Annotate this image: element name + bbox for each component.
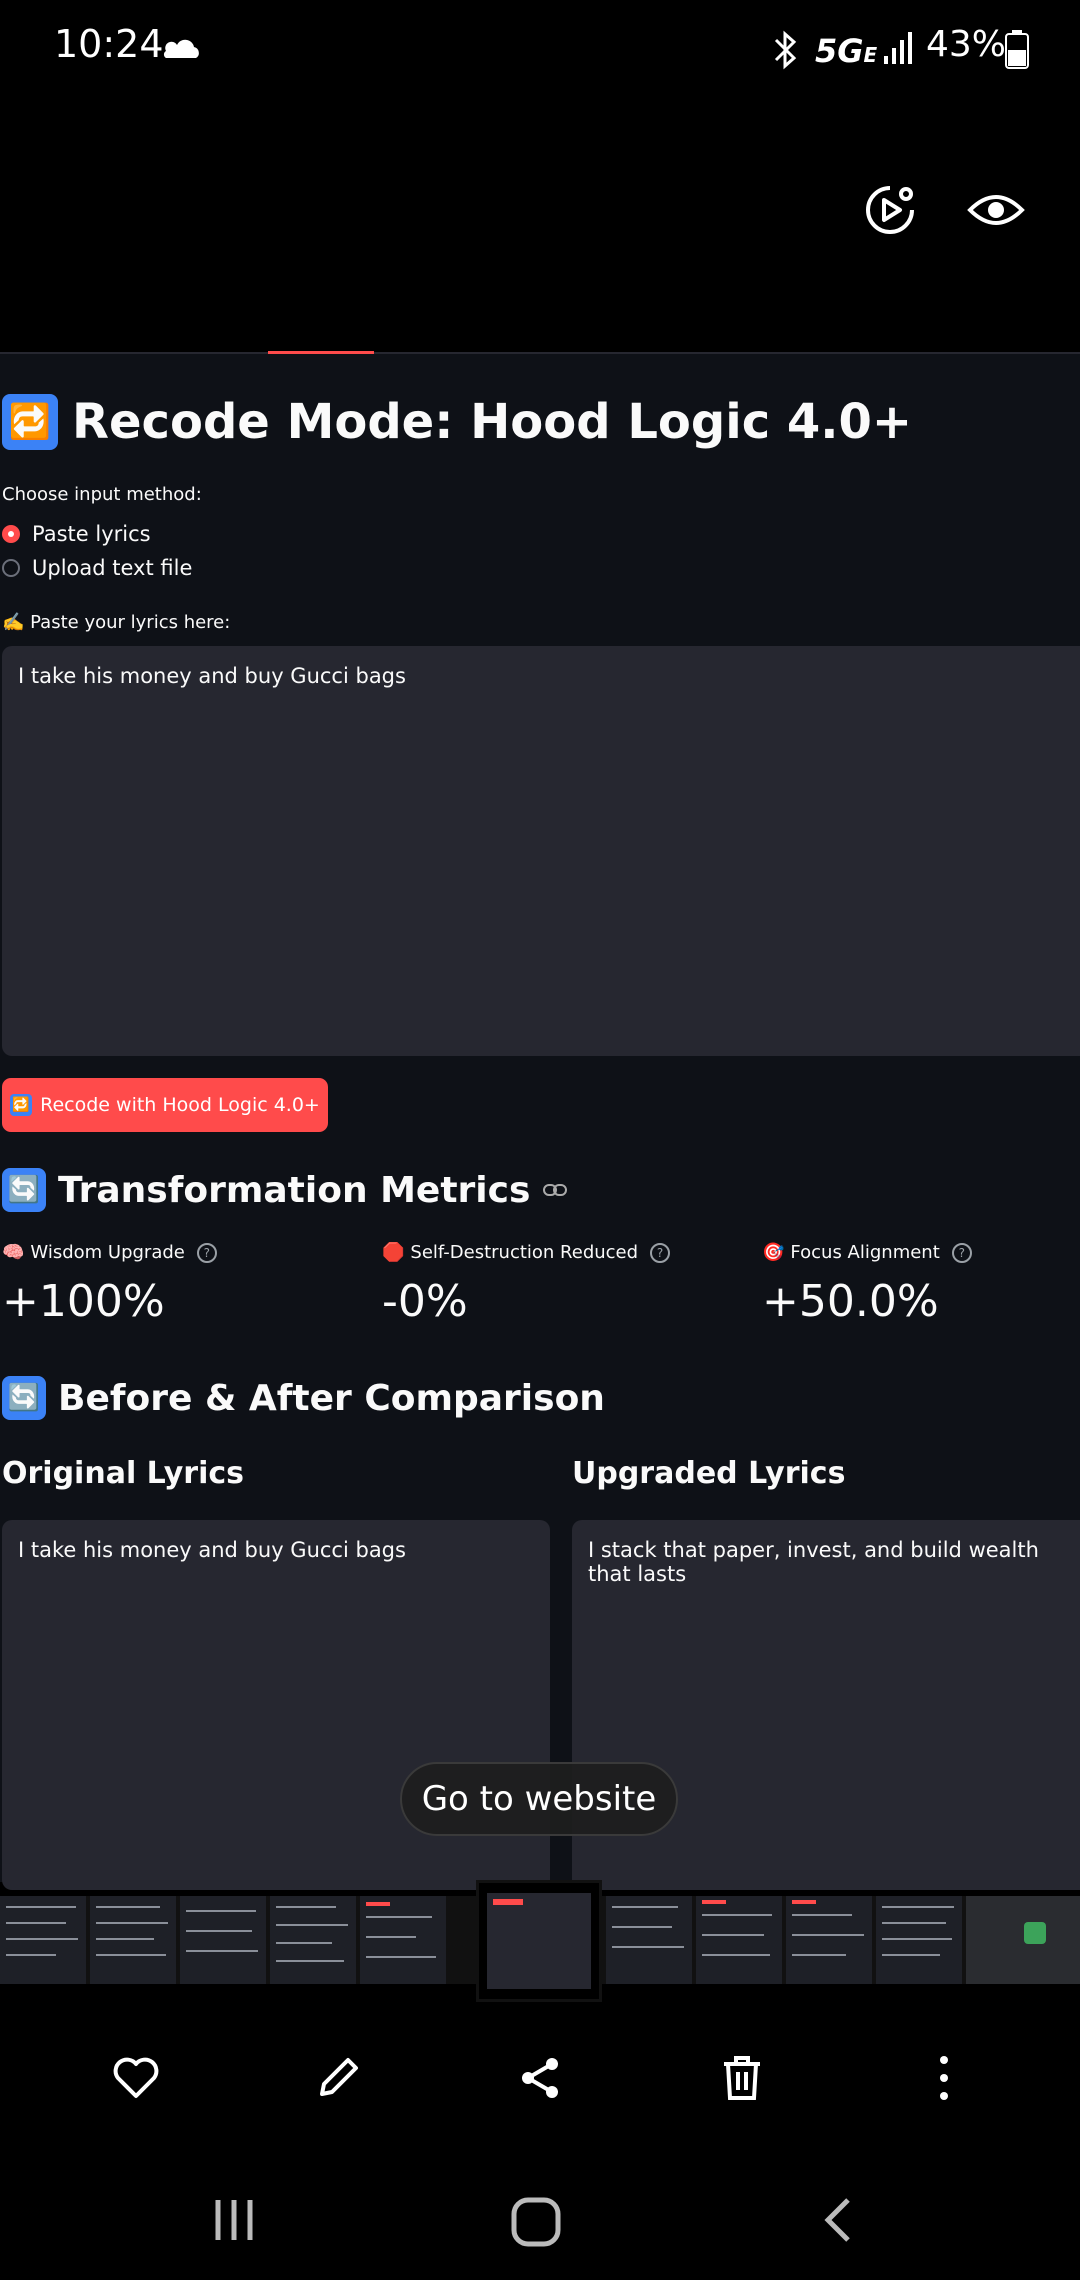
- thumbnail[interactable]: [786, 1896, 872, 1984]
- radio-upload-text-file[interactable]: Upload text file: [2, 556, 192, 580]
- help-icon[interactable]: ?: [650, 1242, 671, 1263]
- metric-label-wisdom: 🧠 Wisdom Upgrade ?: [2, 1242, 217, 1263]
- status-time: 10:24: [54, 22, 164, 66]
- metrics-title-text: Transformation Metrics: [58, 1169, 531, 1211]
- thumbnail[interactable]: [966, 1896, 1080, 1984]
- metric-value-self-destruction: -0%: [382, 1276, 468, 1327]
- metrics-section-title: 🔄 Transformation Metrics: [2, 1168, 568, 1212]
- motion-photo-icon[interactable]: [862, 182, 918, 238]
- metric-value-focus: +50.0%: [762, 1276, 939, 1327]
- metric-label-focus: 🎯 Focus Alignment ?: [762, 1242, 972, 1263]
- delete-icon[interactable]: [716, 2052, 768, 2104]
- radio-label: Upload text file: [32, 556, 193, 580]
- target-icon: 🎯: [762, 1242, 785, 1263]
- paste-lyrics-label: ✍️ Paste your lyrics here:: [2, 612, 231, 633]
- tab-divider: [0, 352, 1080, 354]
- go-to-website-button[interactable]: Go to website: [400, 1762, 678, 1836]
- recode-button[interactable]: 🔁 Recode with Hood Logic 4.0+: [2, 1078, 328, 1132]
- lyrics-input[interactable]: I take his money and buy Gucci bags: [2, 646, 1080, 1056]
- network-label: 5GE: [815, 32, 878, 70]
- bluetooth-icon: [774, 30, 797, 70]
- battery-icon: [1005, 30, 1029, 69]
- radio-paste-lyrics[interactable]: Paste lyrics: [2, 522, 151, 546]
- battery-percent: 43%: [926, 24, 1007, 65]
- help-icon[interactable]: ?: [951, 1242, 972, 1263]
- metric-value-wisdom: +100%: [2, 1276, 165, 1327]
- recents-icon[interactable]: [210, 2196, 258, 2244]
- signal-icon: [884, 32, 912, 64]
- radio-selected-icon[interactable]: [2, 525, 20, 543]
- repeat-icon: 🔁: [10, 1094, 33, 1116]
- upgraded-lyrics-heading: Upgraded Lyrics: [572, 1456, 846, 1491]
- thumbnail[interactable]: [360, 1896, 446, 1984]
- cloud-icon: [163, 39, 199, 58]
- repeat-icon: 🔁: [2, 394, 58, 450]
- comparison-title-text: Before & After Comparison: [58, 1377, 605, 1419]
- refresh-icon: 🔄: [2, 1376, 46, 1420]
- more-options-icon[interactable]: [918, 2052, 970, 2104]
- help-icon[interactable]: ?: [196, 1242, 217, 1263]
- radio-label: Paste lyrics: [32, 522, 151, 546]
- back-icon[interactable]: [820, 2196, 856, 2244]
- active-tab-indicator: [268, 351, 374, 354]
- recode-button-label: Recode with Hood Logic 4.0+: [40, 1094, 320, 1116]
- home-icon[interactable]: [510, 2196, 562, 2248]
- thumbnail[interactable]: [876, 1896, 962, 1984]
- thumbnail[interactable]: [0, 1896, 86, 1984]
- thumbnail[interactable]: [606, 1896, 692, 1984]
- refresh-icon: 🔄: [2, 1168, 46, 1212]
- radio-unselected-icon[interactable]: [2, 559, 20, 577]
- eye-icon[interactable]: [966, 188, 1026, 232]
- thumbnail[interactable]: [270, 1896, 356, 1984]
- page-title-text: Recode Mode: Hood Logic 4.0+: [72, 394, 913, 450]
- thumbnail[interactable]: [90, 1896, 176, 1984]
- thumbnail[interactable]: [696, 1896, 782, 1984]
- edit-icon[interactable]: [312, 2052, 364, 2104]
- share-icon[interactable]: [514, 2052, 566, 2104]
- page-title: 🔁 Recode Mode: Hood Logic 4.0+: [2, 394, 912, 450]
- link-icon[interactable]: [542, 1182, 568, 1198]
- stop-sign-icon: 🛑: [382, 1242, 405, 1263]
- input-method-label: Choose input method:: [2, 484, 202, 505]
- brain-icon: 🧠: [2, 1242, 25, 1263]
- original-lyrics-heading: Original Lyrics: [2, 1456, 245, 1491]
- heart-icon[interactable]: [110, 2052, 162, 2104]
- thumbnail[interactable]: [180, 1896, 266, 1984]
- metric-label-self-destruction: 🛑 Self-Destruction Reduced ?: [382, 1242, 671, 1263]
- selected-thumbnail[interactable]: [476, 1880, 602, 2002]
- comparison-section-title: 🔄 Before & After Comparison: [2, 1376, 605, 1420]
